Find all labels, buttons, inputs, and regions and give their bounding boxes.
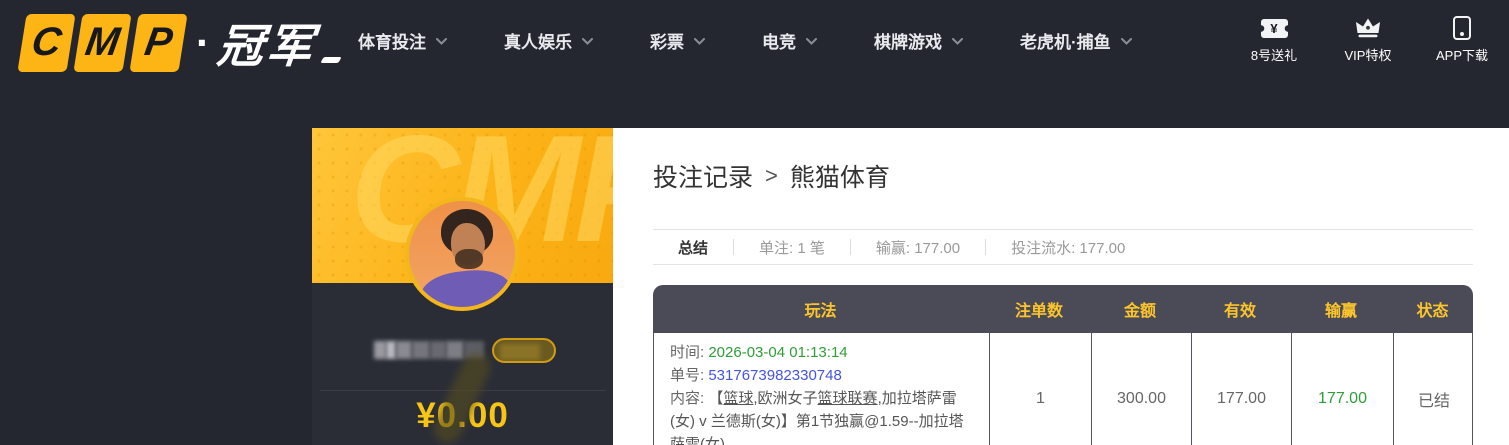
bet-detail-cell: 时间: 2026-03-04 01:13:14 单号: 531767398233…: [654, 333, 989, 445]
nav-item-sports[interactable]: 体育投注: [358, 28, 447, 53]
nav-item-label: 棋牌游戏: [874, 28, 942, 53]
bet-order-line: 单号: 5317673982330748: [670, 364, 977, 387]
amount-cell: 300.00: [1091, 333, 1191, 445]
chevron-down-icon: [806, 38, 817, 45]
header-win-loss: 输赢: [1290, 297, 1392, 321]
content-segment: ,欧洲女子: [753, 390, 817, 407]
summary-divider: [850, 239, 851, 255]
time-label: 时间:: [670, 344, 704, 361]
content-label: 内容:: [670, 390, 704, 407]
summary-title: 总结: [678, 237, 708, 258]
page: C M P · 冠军 体育投注 真人娱乐 彩票 电竞: [0, 0, 1509, 445]
gift-link[interactable]: ¥ 8号送礼: [1241, 16, 1307, 64]
masked-badge: [492, 338, 556, 363]
logo-tile: C: [17, 14, 75, 72]
table-header-row: 玩法 注单数 金额 有效 输赢 状态: [653, 285, 1473, 333]
content-link-league[interactable]: 篮球联赛: [818, 390, 878, 407]
summary-bet-count: 单注: 1 笔: [759, 237, 825, 258]
logo-dot: ·: [196, 19, 210, 67]
order-number-link[interactable]: 5317673982330748: [708, 367, 841, 384]
chevron-down-icon: [952, 38, 963, 45]
avatar-jersey: [419, 266, 513, 311]
order-label: 单号:: [670, 367, 704, 384]
time-value: 2026-03-04 01:13:14: [708, 344, 847, 361]
content-segment: 【: [708, 390, 723, 407]
app-download-link[interactable]: APP下载: [1429, 16, 1495, 64]
logo-dash-decoration: [320, 57, 341, 63]
summary-divider: [733, 239, 734, 255]
summary-turnover: 投注流水: 177.00: [1011, 237, 1125, 258]
breadcrumb-current: 熊猫体育: [790, 158, 890, 194]
brand-logo[interactable]: C M P · 冠军: [22, 10, 340, 76]
valid-cell: 177.00: [1191, 333, 1291, 445]
bet-time-line: 时间: 2026-03-04 01:13:14: [670, 341, 977, 364]
logo-name: 冠军: [215, 10, 320, 76]
gift-ticket-icon: ¥: [1261, 19, 1288, 38]
quick-links: ¥ 8号送礼 VIP特权 APP下载: [1241, 0, 1495, 80]
logo-tile: P: [129, 14, 187, 72]
crown-icon: [1355, 16, 1381, 40]
table-row: 时间: 2026-03-04 01:13:14 单号: 531767398233…: [653, 333, 1473, 445]
nav-item-live-casino[interactable]: 真人娱乐: [504, 28, 593, 53]
chevron-down-icon: [694, 38, 705, 45]
bet-count-cell: 1: [989, 333, 1091, 445]
nav-item-slots-fishing[interactable]: 老虎机·捕鱼: [1020, 28, 1132, 53]
nav-item-label: 老虎机·捕鱼: [1020, 28, 1111, 53]
avatar-beard: [455, 249, 483, 269]
nav-item-esports[interactable]: 电竞: [762, 28, 817, 53]
logo-tile: M: [73, 14, 131, 72]
content-link-sport[interactable]: 篮球: [723, 390, 753, 407]
gift-link-label: 8号送礼: [1251, 45, 1297, 64]
header-status: 状态: [1392, 297, 1473, 321]
summary-win-loss: 输赢: 177.00: [876, 237, 960, 258]
header-amount: 金额: [1090, 297, 1190, 321]
header-bet-count: 注单数: [988, 297, 1090, 321]
app-download-label: APP下载: [1436, 45, 1488, 64]
bets-table: 玩法 注单数 金额 有效 输赢 状态 时间: 2026-03-04 01:13:…: [653, 285, 1473, 445]
top-navigation-bar: C M P · 冠军 体育投注 真人娱乐 彩票 电竞: [0, 0, 1509, 80]
summary-bar: 总结 单注: 1 笔 输赢: 177.00 投注流水: 177.00: [653, 229, 1473, 265]
nav-item-card-games[interactable]: 棋牌游戏: [874, 28, 963, 53]
main-menu: 体育投注 真人娱乐 彩票 电竞 棋牌游戏 老虎机·捕鱼: [358, 0, 1132, 80]
main-content-panel: 投注记录 > 熊猫体育 总结 单注: 1 笔 输赢: 177.00 投注流水: …: [613, 128, 1509, 445]
nav-item-lottery[interactable]: 彩票: [650, 28, 705, 53]
summary-divider: [985, 239, 986, 255]
status-cell: 已结: [1393, 333, 1474, 445]
win-loss-cell: 177.00: [1291, 333, 1393, 445]
nav-item-label: 真人娱乐: [504, 28, 572, 53]
chevron-down-icon: [436, 38, 447, 45]
nav-item-label: 体育投注: [358, 28, 426, 53]
app-download-icon: [1453, 16, 1471, 40]
breadcrumb-root[interactable]: 投注记录: [653, 158, 753, 194]
vip-link-label: VIP特权: [1345, 45, 1392, 64]
bet-content-line: 内容: 【篮球,欧洲女子篮球联赛,加拉塔萨雷(女) v 兰德斯(女)】第1节独赢…: [670, 387, 977, 445]
nav-item-label: 彩票: [650, 28, 684, 53]
breadcrumb-separator: >: [765, 163, 778, 189]
user-avatar[interactable]: [405, 197, 519, 311]
header-valid: 有效: [1190, 297, 1290, 321]
header-play-type: 玩法: [653, 297, 988, 321]
nav-item-label: 电竞: [762, 28, 796, 53]
chevron-down-icon: [1121, 38, 1132, 45]
chevron-down-icon: [582, 38, 593, 45]
breadcrumb: 投注记录 > 熊猫体育: [653, 158, 1509, 194]
vip-link[interactable]: VIP特权: [1335, 16, 1401, 64]
